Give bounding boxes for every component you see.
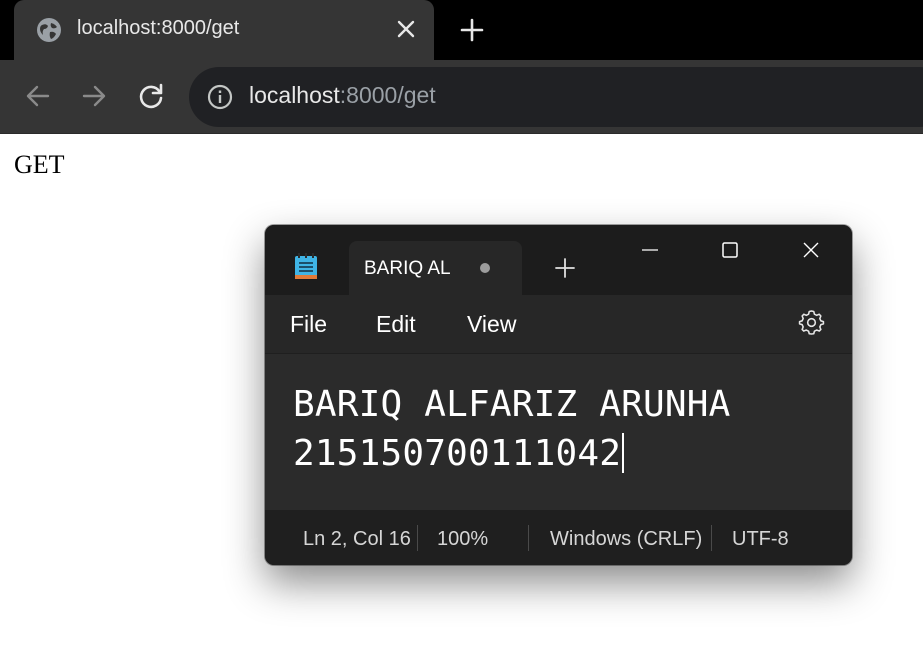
status-zoom[interactable]: 100% bbox=[437, 528, 488, 551]
gear-icon[interactable] bbox=[798, 309, 825, 336]
notepad-window: BARIQ AL File Edit View BARIQ ALFARIZ AR… bbox=[265, 225, 852, 565]
reload-icon[interactable] bbox=[137, 82, 165, 110]
menu-view[interactable]: View bbox=[467, 311, 516, 338]
notepad-statusbar: Ln 2, Col 16 100% Windows (CRLF) UTF-8 bbox=[265, 510, 852, 565]
browser-toolbar: localhost:8000/get bbox=[0, 60, 923, 134]
plus-icon[interactable] bbox=[460, 18, 484, 42]
globe-icon bbox=[37, 18, 61, 42]
browser-tab-strip: localhost:8000/get bbox=[0, 0, 923, 60]
notepad-titlebar[interactable]: BARIQ AL bbox=[265, 225, 852, 295]
address-bar[interactable]: localhost:8000/get bbox=[189, 67, 923, 127]
status-divider bbox=[711, 525, 712, 551]
notepad-tab[interactable]: BARIQ AL bbox=[349, 241, 522, 295]
url-host: localhost bbox=[249, 82, 340, 108]
editor-line-1: BARIQ ALFARIZ ARUNHA bbox=[293, 384, 731, 425]
notepad-tab-title: BARIQ AL bbox=[364, 258, 451, 279]
editor-line-2-text: 215150700111042 bbox=[293, 433, 622, 474]
menu-file[interactable]: File bbox=[290, 311, 327, 338]
editor-line-2: 215150700111042 bbox=[293, 433, 625, 474]
arrow-left-icon[interactable] bbox=[24, 82, 52, 110]
page-body-text: GET bbox=[14, 150, 65, 179]
close-icon[interactable] bbox=[397, 20, 415, 38]
text-caret bbox=[622, 433, 625, 473]
minimize-icon[interactable] bbox=[635, 235, 665, 265]
status-line-ending[interactable]: Windows (CRLF) bbox=[550, 528, 702, 551]
url-path: :8000/get bbox=[339, 82, 436, 108]
status-divider bbox=[528, 525, 529, 551]
plus-icon[interactable] bbox=[554, 257, 576, 279]
browser-tab[interactable]: localhost:8000/get bbox=[14, 0, 434, 60]
arrow-right-icon[interactable] bbox=[80, 82, 108, 110]
address-url: localhost:8000/get bbox=[249, 82, 436, 109]
notepad-editor[interactable]: BARIQ ALFARIZ ARUNHA 215150700111042 bbox=[265, 353, 852, 511]
info-icon[interactable] bbox=[207, 84, 233, 110]
notepad-icon bbox=[295, 253, 317, 279]
browser-tab-title: localhost:8000/get bbox=[77, 17, 240, 39]
status-divider bbox=[417, 525, 418, 551]
status-cursor-position: Ln 2, Col 16 bbox=[303, 528, 411, 550]
menu-edit[interactable]: Edit bbox=[376, 311, 416, 338]
status-encoding[interactable]: UTF-8 bbox=[732, 528, 789, 551]
maximize-icon[interactable] bbox=[715, 235, 745, 265]
dot-icon[interactable] bbox=[480, 263, 490, 273]
close-icon[interactable] bbox=[796, 235, 826, 265]
notepad-menubar: File Edit View bbox=[265, 295, 852, 353]
